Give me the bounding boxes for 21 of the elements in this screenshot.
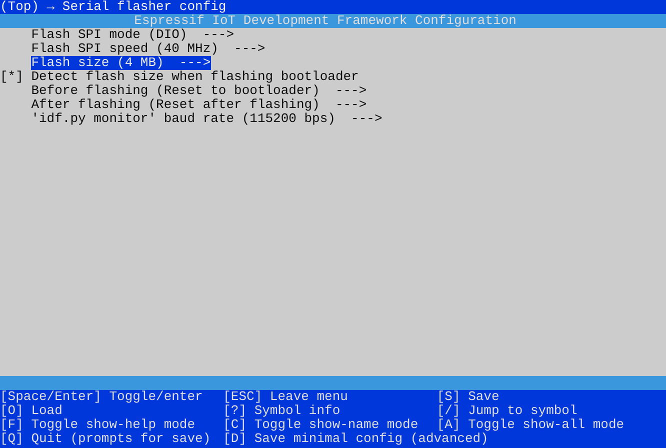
menu-item[interactable]: Flash SPI speed (40 MHz) ---> [31,42,266,56]
key-hint: [/] Jump to symbol [436,404,578,418]
header-bar: Espressif IoT Development Framework Configuration [0,14,666,28]
menu-item[interactable]: Flash SPI mode (DIO) ---> [31,28,234,42]
menu-item[interactable]: Before flashing (Reset to bootloader) ---> [31,84,367,98]
breadcrumb-title: (Top) → Serial flasher config [0,0,666,14]
menu-item[interactable]: Flash size (4 MB) ---> [31,56,211,70]
key-hint: [ESC] Leave menu [223,390,349,404]
key-hint: [F] Toggle show-help mode [0,418,196,432]
menu-item[interactable]: Detect flash size when flashing bootloader [31,70,359,84]
menu-item[interactable]: After flashing (Reset after flashing) ---> [31,98,367,112]
key-hint: [Q] Quit (prompts for save) [0,432,212,446]
key-hint: [O] Load [0,404,64,418]
key-hint: [Space/Enter] Toggle/enter [0,390,204,404]
key-hint: [A] Toggle show-all mode [436,418,626,432]
key-hint: [S] Save [436,390,500,404]
menu-item[interactable]: 'idf.py monitor' baud rate (115200 bps) ---> [31,112,382,126]
key-hint: [?] Symbol info [223,404,342,418]
key-hint: [C] Toggle show-name mode [223,418,420,432]
checkbox[interactable]: [*] [0,69,24,84]
key-hint: [D] Save minimal config (advanced) [223,432,490,446]
